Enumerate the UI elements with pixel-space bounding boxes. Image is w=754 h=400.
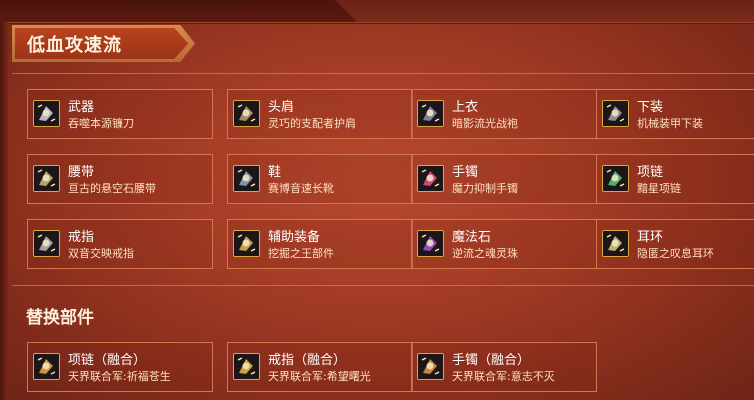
- item-name: 挖掘之王部件: [268, 247, 334, 260]
- bracelet-icon: [417, 165, 444, 192]
- item-name: 天界联合军:祈福苍生: [68, 370, 171, 383]
- slot-name: 上衣: [452, 100, 479, 115]
- item-name: 隐匿之叹息耳环: [637, 247, 714, 260]
- equipment-slot[interactable]: 下装 机械装甲下装: [596, 89, 754, 139]
- chest-armor-icon: [417, 100, 444, 127]
- equipment-slot[interactable]: 武器 吞噬本源镰刀: [27, 89, 213, 139]
- slot-name: 辅助装备: [268, 230, 321, 245]
- equipment-slot[interactable]: 耳环 隐匿之叹息耳环: [596, 219, 754, 269]
- item-name: 吞噬本源镰刀: [68, 117, 134, 130]
- item-name: 灵巧的支配者护肩: [268, 117, 356, 130]
- replacement-section-title: 替换部件: [26, 308, 94, 328]
- item-name: 天界联合军:意志不灭: [452, 370, 555, 383]
- slot-name: 腰带: [68, 165, 95, 180]
- slot-name: 戒指: [68, 230, 95, 245]
- item-name: 魔力抑制手镯: [452, 182, 518, 195]
- slot-name: 鞋: [268, 165, 282, 180]
- item-name: 亘古的悬空石腰带: [68, 182, 156, 195]
- slot-name: 手镯（融合）: [452, 353, 531, 368]
- fused-bracelet-icon: [417, 353, 444, 380]
- frame-border-line: [8, 22, 754, 23]
- divider-middle: [12, 285, 754, 286]
- slot-name: 头肩: [268, 100, 295, 115]
- build-title: 低血攻速流: [27, 35, 122, 56]
- equipment-slot[interactable]: 上衣 暗影流光战袍: [411, 89, 597, 139]
- fused-ring-icon: [233, 353, 260, 380]
- ring-icon: [33, 230, 60, 257]
- slot-name: 手镯: [452, 165, 479, 180]
- equipment-slot[interactable]: 辅助装备挖掘之王部件: [227, 219, 413, 269]
- item-name: 双音交映戒指: [68, 247, 134, 260]
- item-name: 赛博音速长靴: [268, 182, 334, 195]
- slot-name: 魔法石: [452, 230, 492, 245]
- scythe-icon: [33, 100, 60, 127]
- fused-necklace-icon: [33, 353, 60, 380]
- equipment-slot[interactable]: 戒指 双音交映戒指: [27, 219, 213, 269]
- item-name: 天界联合军:希望曙光: [268, 370, 371, 383]
- slot-name: 戒指（融合）: [268, 353, 347, 368]
- equipment-slot[interactable]: 鞋赛博音速长靴: [227, 154, 413, 204]
- slot-name: 武器: [68, 100, 95, 115]
- equipment-slot[interactable]: 腰带亘古的悬空石腰带: [27, 154, 213, 204]
- slot-name: 耳环: [637, 230, 664, 245]
- equipment-slot[interactable]: 戒指（融合） 天界联合军:希望曙光: [227, 342, 413, 392]
- divider-top: [12, 73, 754, 74]
- equipment-slot[interactable]: 项链 黯星项链: [596, 154, 754, 204]
- item-name: 机械装甲下装: [637, 117, 703, 130]
- magic-orb-icon: [417, 230, 444, 257]
- item-name: 暗影流光战袍: [452, 117, 518, 130]
- equipment-slot[interactable]: 手镯 魔力抑制手镯: [411, 154, 597, 204]
- shoulder-armor-icon: [233, 100, 260, 127]
- left-frame: [0, 22, 8, 400]
- equipment-slot[interactable]: 项链（融合） 天界联合军:祈福苍生: [27, 342, 213, 392]
- necklace-icon: [602, 165, 629, 192]
- equipment-slot[interactable]: 头肩灵巧的支配者护肩: [227, 89, 413, 139]
- leg-armor-icon: [602, 100, 629, 127]
- slot-name: 项链: [637, 165, 664, 180]
- belt-icon: [33, 165, 60, 192]
- slot-name: 下装: [637, 100, 664, 115]
- item-name: 黯星项链: [637, 182, 681, 195]
- slot-name: 项链（融合）: [68, 353, 147, 368]
- boots-icon: [233, 165, 260, 192]
- earring-icon: [602, 230, 629, 257]
- item-name: 逆流之魂灵珠: [452, 247, 518, 260]
- drill-icon: [233, 230, 260, 257]
- equipment-slot[interactable]: 手镯（融合） 天界联合军:意志不灭: [411, 342, 597, 392]
- top-frame-bevel: [335, 0, 754, 22]
- equipment-slot[interactable]: 魔法石 逆流之魂灵珠: [411, 219, 597, 269]
